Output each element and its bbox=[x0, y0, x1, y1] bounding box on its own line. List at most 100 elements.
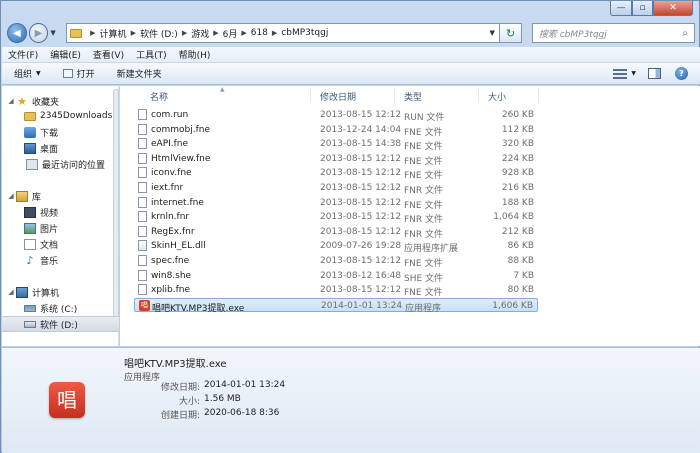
file-size: 112 KB bbox=[501, 124, 534, 135]
breadcrumb-item[interactable]: cbMP3tqgj bbox=[281, 28, 328, 38]
nav-item[interactable]: 视频 bbox=[2, 204, 119, 220]
file-row[interactable]: internet.fne 2013-08-15 12:12 FNE 文件 188 KB bbox=[134, 196, 538, 211]
file-size: 216 KB bbox=[501, 183, 534, 193]
details-created-label: 创建日期: bbox=[160, 411, 200, 421]
recent-pages-dropdown[interactable]: ▼ bbox=[50, 29, 60, 37]
file-row[interactable]: HtmlView.fne 2013-08-15 12:12 FNE 文件 224 KB bbox=[134, 152, 538, 167]
column-header-date-modified[interactable]: 修改日期 bbox=[320, 90, 356, 103]
menu-item[interactable]: 文件(F) bbox=[8, 48, 38, 61]
breadcrumb-item[interactable]: 软件 (D:) bbox=[140, 27, 178, 40]
menu-item[interactable]: 帮助(H) bbox=[179, 48, 211, 61]
column-header-type[interactable]: 类型 bbox=[404, 90, 422, 103]
nav-item[interactable]: 文档 bbox=[2, 236, 119, 252]
view-options-chevron-icon[interactable]: ▼ bbox=[631, 70, 636, 77]
address-dropdown-icon[interactable]: ▼ bbox=[485, 29, 499, 37]
minimize-button[interactable]: — bbox=[610, 1, 632, 16]
file-row[interactable]: iconv.fne 2013-08-15 12:12 FNE 文件 928 KB bbox=[134, 166, 538, 181]
breadcrumb-item[interactable]: 游戏 bbox=[191, 27, 209, 40]
breadcrumb-separator-icon[interactable]: ▶ bbox=[272, 29, 277, 37]
nav-item[interactable]: ◢ ★ 收藏夹 bbox=[2, 93, 119, 109]
breadcrumb-separator-icon[interactable]: ▶ bbox=[90, 29, 95, 37]
file-row[interactable]: com.run 2013-08-15 12:12 RUN 文件 260 KB bbox=[134, 108, 538, 123]
menu-item[interactable]: 编辑(E) bbox=[50, 48, 81, 61]
back-arrow-icon: ◀ bbox=[12, 27, 21, 39]
file-row[interactable]: iext.fnr 2013-08-15 12:12 FNR 文件 216 KB bbox=[134, 181, 538, 196]
file-type: 应用程序 bbox=[405, 303, 442, 314]
nav-item-label: 系统 (C:) bbox=[40, 304, 78, 315]
menu-item[interactable]: 工具(T) bbox=[136, 48, 167, 61]
details-size-label: 大小: bbox=[178, 397, 200, 407]
file-name: eAPI.fne bbox=[151, 139, 189, 150]
nav-item[interactable]: 系统 (C:) bbox=[2, 300, 119, 316]
expand-triangle-icon[interactable]: ◢ bbox=[6, 192, 16, 200]
file-row[interactable]: krnln.fnr 2013-08-15 12:12 FNR 文件 1,064 KB bbox=[134, 210, 538, 225]
search-icon[interactable]: ⌕ bbox=[676, 28, 694, 39]
file-row[interactable]: RegEx.fnr 2013-08-15 12:12 FNR 文件 212 KB bbox=[134, 225, 538, 240]
file-row[interactable]: eAPI.fne 2013-08-15 14:38 FNE 文件 320 KB bbox=[134, 137, 538, 152]
column-divider[interactable] bbox=[538, 88, 539, 102]
breadcrumb-separator-icon[interactable]: ▶ bbox=[213, 29, 218, 37]
address-bar[interactable]: ▶ 计算机 ▶ 软件 (D:) ▶ 游戏 ▶ 6月 ▶ 618 ▶ cbMP3tqgj ▼ bbox=[66, 23, 501, 43]
back-button[interactable]: ◀ bbox=[7, 23, 27, 43]
nav-item-label: 文档 bbox=[40, 240, 59, 251]
nav-item[interactable]: ♪ 音乐 bbox=[2, 252, 119, 268]
file-date-modified: 2013-08-12 16:48 bbox=[320, 270, 402, 281]
change-view-icon[interactable] bbox=[613, 68, 628, 79]
column-divider[interactable] bbox=[310, 88, 311, 102]
details-file-name: 唱吧KTV.MP3提取.exe bbox=[124, 359, 227, 370]
file-date-modified: 2009-07-26 19:28 bbox=[320, 241, 402, 252]
sort-ascending-icon: ▲ bbox=[220, 86, 225, 93]
open-icon bbox=[62, 69, 73, 78]
breadcrumb-separator-icon[interactable]: ▶ bbox=[131, 29, 136, 37]
file-size: 260 KB bbox=[501, 110, 534, 120]
nav-item[interactable]: ◢ 计算机 bbox=[2, 284, 119, 300]
nav-item[interactable]: 最近访问的位置 bbox=[2, 156, 119, 172]
open-button[interactable]: 打开 bbox=[62, 67, 95, 80]
column-header-name[interactable]: 名称 bbox=[150, 90, 168, 103]
nav-item[interactable]: 图片 bbox=[2, 220, 119, 236]
file-date-modified: 2013-08-15 12:12 bbox=[320, 256, 402, 266]
file-icon bbox=[138, 211, 147, 223]
breadcrumb-item[interactable]: 618 bbox=[251, 28, 268, 38]
nav-item[interactable]: 软件 (D:) bbox=[2, 316, 119, 332]
refresh-button[interactable]: ↻ bbox=[500, 23, 522, 43]
nav-item[interactable]: 下载 bbox=[2, 124, 119, 140]
file-row[interactable]: commobj.fne 2013-12-24 14:04 FNE 文件 112 KB bbox=[134, 123, 538, 138]
search-input[interactable]: 搜索 cbMP3tqgj ⌕ bbox=[531, 23, 695, 43]
file-name: com.run bbox=[151, 110, 189, 120]
menu-item[interactable]: 查看(V) bbox=[93, 48, 124, 61]
column-divider[interactable] bbox=[394, 88, 395, 102]
folder-icon bbox=[24, 111, 36, 121]
preview-pane-icon[interactable] bbox=[648, 68, 661, 79]
close-button[interactable]: ✕ bbox=[653, 1, 693, 16]
file-date-modified: 2013-08-15 12:12 bbox=[320, 197, 402, 208]
nav-item[interactable]: ◢ 库 bbox=[2, 188, 119, 204]
video-library-icon bbox=[24, 206, 36, 218]
forward-button[interactable]: ▶ bbox=[28, 23, 49, 43]
file-icon bbox=[138, 152, 147, 164]
file-type: FNE 文件 bbox=[404, 288, 443, 299]
breadcrumb-item[interactable]: 计算机 bbox=[100, 27, 127, 40]
nav-item[interactable]: 桌面 bbox=[2, 140, 119, 156]
maximize-button[interactable]: ▫ bbox=[632, 1, 653, 16]
column-header-size[interactable]: 大小 bbox=[488, 90, 506, 103]
file-type: FNR 文件 bbox=[404, 186, 444, 196]
navigation-bar: ◀ ▶ ▼ ▶ 计算机 ▶ 软件 (D:) ▶ 游戏 ▶ 6月 ▶ 618 ▶ cbMP3tqgj ▼ … bbox=[7, 21, 695, 45]
expand-triangle-icon[interactable]: ◢ bbox=[6, 288, 16, 296]
new-folder-button[interactable]: 新建文件夹 bbox=[117, 67, 162, 80]
file-date-modified: 2013-08-15 12:12 bbox=[320, 183, 402, 193]
nav-item[interactable]: 2345Downloads bbox=[2, 108, 119, 124]
expand-triangle-icon[interactable]: ◢ bbox=[6, 97, 16, 105]
help-icon[interactable]: ? bbox=[675, 67, 688, 80]
file-row[interactable]: SkinH_EL.dll 2009-07-26 19:28 应用程序扩展 86 KB bbox=[134, 239, 538, 254]
breadcrumb-item[interactable]: 6月 bbox=[223, 27, 238, 40]
file-row[interactable]: win8.she 2013-08-12 16:48 SHE 文件 7 KB bbox=[134, 269, 538, 284]
file-row[interactable]: spec.fne 2013-08-15 12:12 FNE 文件 88 KB bbox=[134, 254, 538, 269]
breadcrumb-separator-icon[interactable]: ▶ bbox=[241, 29, 246, 37]
file-row[interactable]: xplib.fne 2013-08-15 12:12 FNE 文件 80 KB bbox=[134, 283, 538, 298]
file-icon bbox=[138, 123, 147, 135]
breadcrumb-separator-icon[interactable]: ▶ bbox=[182, 29, 187, 37]
file-row[interactable]: 唱唱吧KTV.MP3提取.exe 2014-01-01 13:24 应用程序 1,60… bbox=[134, 297, 538, 314]
organize-button[interactable]: 组织 ▼ bbox=[14, 67, 41, 80]
column-divider[interactable] bbox=[478, 88, 479, 102]
